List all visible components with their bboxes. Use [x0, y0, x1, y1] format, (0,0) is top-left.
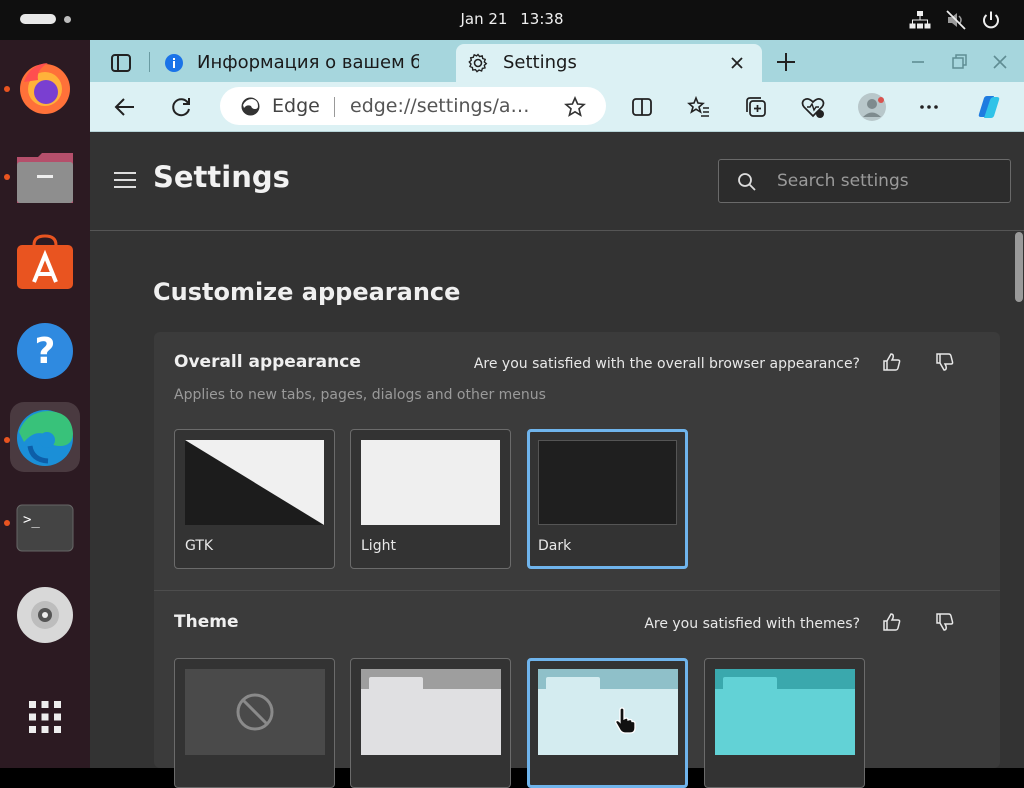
show-apps-icon[interactable]	[10, 682, 80, 752]
firefox-icon[interactable]	[10, 52, 80, 122]
profile-avatar-icon[interactable]	[857, 92, 887, 122]
overall-feedback-text: Are you satisfied with the overall brows…	[473, 356, 860, 372]
close-window-icon[interactable]	[987, 49, 1013, 75]
theme-option-cyan[interactable]	[704, 658, 865, 788]
option-label: Dark	[538, 538, 572, 554]
svg-text:>_: >_	[23, 512, 40, 528]
clock[interactable]: Jan 21 13:38	[0, 10, 1024, 28]
restore-icon[interactable]	[946, 49, 972, 75]
card-divider	[154, 590, 1000, 591]
appearance-option-dark[interactable]: Dark	[527, 429, 688, 569]
tab-info[interactable]: Информация о вашем бр	[152, 44, 454, 82]
new-tab-icon[interactable]	[773, 49, 799, 75]
minimize-icon[interactable]	[905, 49, 931, 75]
thumbs-up-icon[interactable]	[881, 351, 903, 373]
tab-actions-icon[interactable]	[108, 50, 134, 76]
theme-feedback-text: Are you satisfied with themes?	[644, 616, 860, 632]
refresh-icon[interactable]	[168, 94, 194, 120]
favorites-icon[interactable]	[686, 94, 712, 120]
menu-icon[interactable]	[114, 172, 136, 188]
no-theme-icon	[236, 693, 274, 731]
disc-icon[interactable]	[10, 580, 80, 650]
search-input[interactable]: Search settings	[718, 159, 1011, 203]
address-separator	[334, 97, 335, 117]
search-placeholder: Search settings	[777, 171, 909, 191]
tab-title: Settings	[503, 52, 577, 73]
favorite-star-icon[interactable]	[564, 96, 586, 118]
address-bar[interactable]: Edge edge://settings/a…	[220, 87, 606, 125]
tab-strip: Информация о вашем бр Settings	[90, 40, 1024, 82]
option-label: Light	[361, 538, 396, 554]
close-tab-icon[interactable]	[730, 56, 744, 70]
thumbs-down-icon[interactable]	[934, 611, 956, 633]
cyan-theme-preview	[715, 669, 855, 755]
app-center-icon[interactable]	[10, 228, 80, 298]
settings-header: Settings Search settings	[90, 132, 1024, 231]
more-options-icon[interactable]	[916, 94, 942, 120]
copilot-icon[interactable]	[974, 92, 1004, 122]
section-title: Customize appearance	[153, 278, 461, 306]
theme-option-light-blue[interactable]	[527, 658, 688, 788]
url-text: edge://settings/a…	[350, 95, 530, 117]
tab-settings[interactable]: Settings	[456, 44, 762, 82]
scrollbar-thumb[interactable]	[1015, 232, 1023, 302]
volume-muted-icon[interactable]	[945, 9, 967, 31]
back-icon[interactable]	[112, 94, 138, 120]
scrollbar[interactable]	[1013, 232, 1024, 768]
browser-window: Информация о вашем бр Settings Edge edge…	[90, 40, 1024, 788]
files-icon[interactable]	[10, 140, 80, 210]
option-label: GTK	[185, 538, 214, 554]
thumbs-up-icon[interactable]	[881, 611, 903, 633]
clock-time: 13:38	[520, 10, 564, 28]
terminal-icon[interactable]: >_	[10, 492, 80, 562]
network-icon[interactable]	[909, 9, 931, 31]
power-icon[interactable]	[980, 9, 1002, 31]
collections-icon[interactable]	[743, 94, 769, 120]
no-theme-preview	[185, 669, 325, 755]
browser-toolbar: Edge edge://settings/a…	[90, 82, 1024, 132]
clock-date: Jan 21	[460, 10, 508, 28]
site-label: Edge	[272, 95, 320, 117]
theme-option-gray[interactable]	[350, 658, 511, 788]
tab-divider	[149, 52, 150, 72]
light-preview	[361, 440, 500, 525]
light-blue-theme-preview	[538, 669, 678, 755]
edge-icon[interactable]	[10, 402, 80, 472]
dark-preview	[538, 440, 677, 525]
page-title: Settings	[153, 160, 290, 194]
browser-essentials-icon[interactable]	[800, 94, 826, 120]
help-icon[interactable]: ?	[10, 316, 80, 386]
overall-appearance-heading: Overall appearance	[174, 352, 361, 372]
overall-appearance-subtext: Applies to new tabs, pages, dialogs and …	[174, 387, 546, 403]
theme-option-none[interactable]	[174, 658, 335, 788]
settings-page: Settings Search settings Customize appea…	[90, 132, 1024, 788]
appearance-card: Overall appearance Are you satisfied wit…	[154, 332, 1000, 788]
hand-cursor-icon	[615, 707, 636, 734]
search-icon	[738, 173, 756, 191]
dock: ? >_	[0, 40, 90, 768]
appearance-option-gtk[interactable]: GTK	[174, 429, 335, 569]
split-screen-icon[interactable]	[629, 94, 655, 120]
tab-title: Информация о вашем бр	[197, 52, 419, 73]
gtk-preview	[185, 440, 324, 525]
system-top-bar: Jan 21 13:38	[0, 0, 1024, 40]
appearance-option-light[interactable]: Light	[350, 429, 511, 569]
gray-theme-preview	[361, 669, 501, 755]
theme-heading: Theme	[174, 612, 239, 632]
svg-text:?: ?	[35, 331, 56, 372]
info-icon	[165, 54, 183, 72]
edge-site-icon	[241, 97, 260, 116]
gear-icon	[468, 53, 488, 73]
thumbs-down-icon[interactable]	[934, 351, 956, 373]
